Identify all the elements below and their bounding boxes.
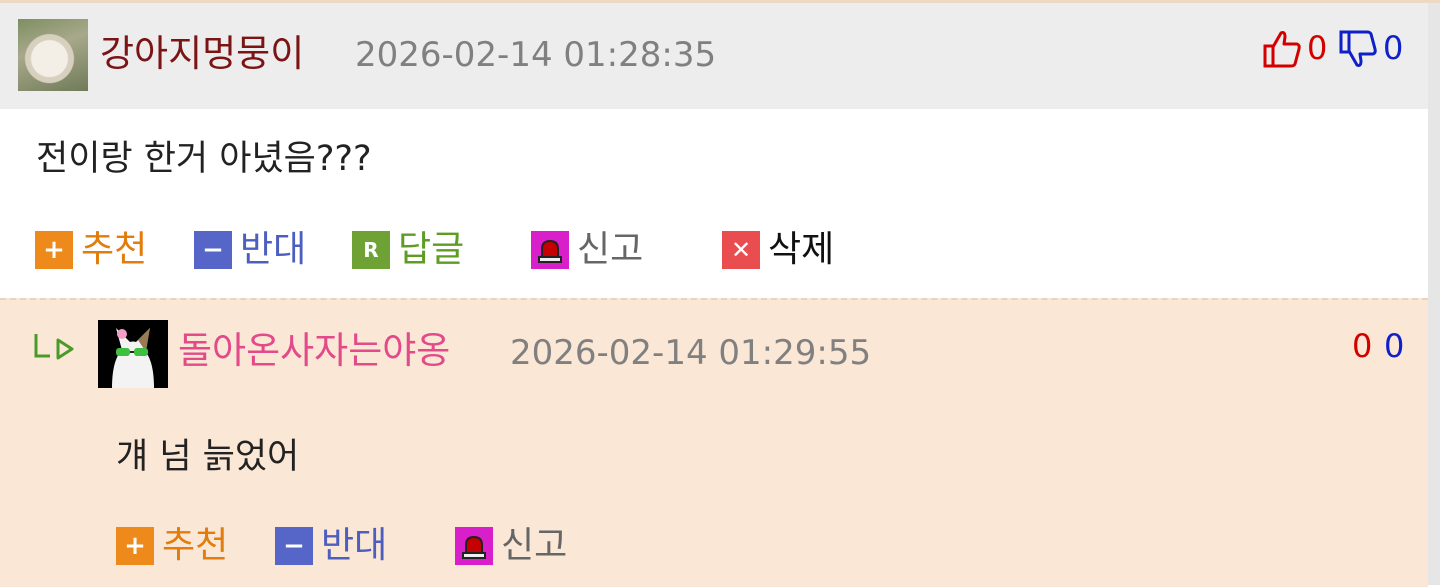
user-avatar[interactable] xyxy=(98,320,168,388)
reply-button[interactable]: R 답글 xyxy=(352,229,465,270)
downvote-count: 0 xyxy=(1384,327,1405,365)
report-button[interactable]: 신고 xyxy=(531,229,644,270)
oppose-button[interactable]: − 반대 xyxy=(275,525,388,566)
siren-icon xyxy=(455,527,493,565)
upvote-count: 0 xyxy=(1352,327,1373,365)
thumbs-down-icon[interactable] xyxy=(1338,30,1378,68)
recommend-button[interactable]: + 추천 xyxy=(116,525,229,566)
recommend-label: 추천 xyxy=(81,229,148,270)
reply-arrow-icon xyxy=(34,334,74,360)
recommend-label: 추천 xyxy=(162,525,229,566)
upvote-count: 0 xyxy=(1307,29,1328,67)
report-button[interactable]: 신고 xyxy=(455,525,568,566)
delete-button[interactable]: ✕ 삭제 xyxy=(722,229,835,270)
user-avatar[interactable] xyxy=(18,19,88,91)
thumbs-up-icon[interactable] xyxy=(1262,30,1302,68)
recommend-button[interactable]: + 추천 xyxy=(35,229,148,270)
comment-author[interactable]: 돌아온사자는야옹 xyxy=(178,325,450,377)
comment-body: 걔 넘 늙었어 xyxy=(116,437,300,477)
scrollbar[interactable] xyxy=(1428,3,1440,585)
comment-author[interactable]: 강아지멍뭉이 xyxy=(100,28,304,80)
reply-icon: R xyxy=(352,231,390,269)
delete-label: 삭제 xyxy=(768,229,835,270)
comment-body: 전이랑 한거 아녔음??? xyxy=(36,139,372,179)
reply-label: 답글 xyxy=(398,229,465,270)
plus-icon: + xyxy=(35,231,73,269)
oppose-button[interactable]: − 반대 xyxy=(194,229,307,270)
minus-icon: − xyxy=(194,231,232,269)
close-icon: ✕ xyxy=(722,231,760,269)
oppose-label: 반대 xyxy=(321,525,388,566)
comment-timestamp: 2026-02-14 01:28:35 xyxy=(355,35,717,75)
downvote-count: 0 xyxy=(1383,29,1404,67)
oppose-label: 반대 xyxy=(240,229,307,270)
siren-icon xyxy=(531,231,569,269)
report-label: 신고 xyxy=(501,525,568,566)
minus-icon: − xyxy=(275,527,313,565)
comment-timestamp: 2026-02-14 01:29:55 xyxy=(510,333,872,373)
plus-icon: + xyxy=(116,527,154,565)
report-label: 신고 xyxy=(577,229,644,270)
